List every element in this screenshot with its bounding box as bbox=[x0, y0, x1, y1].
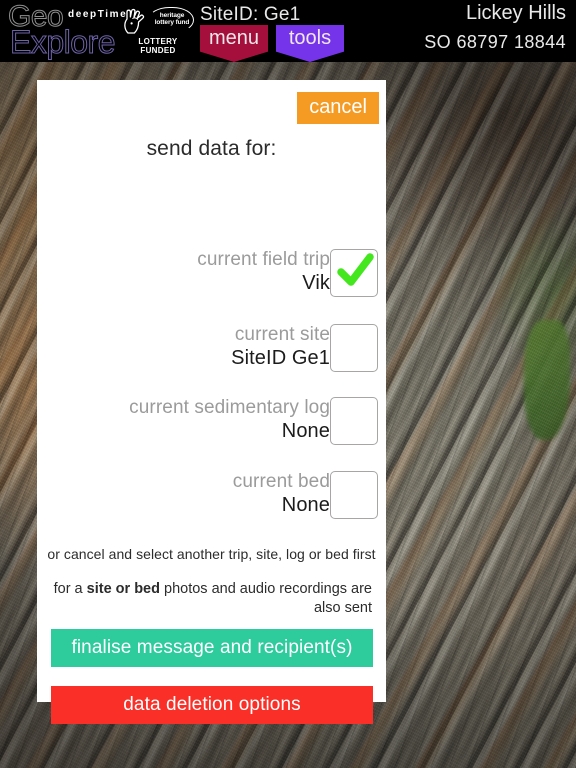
lottery-oval-text: heritage lottery fund bbox=[150, 12, 194, 27]
checkbox-current-sedimentary-log[interactable] bbox=[330, 397, 378, 445]
site-name-text: Lickey Hills bbox=[465, 2, 566, 24]
row-current-site: current site SiteID Ge1 bbox=[37, 323, 386, 375]
row-site-label: current site bbox=[234, 324, 330, 345]
row-trip-value: Vik bbox=[302, 272, 330, 294]
checkmark-icon bbox=[337, 253, 374, 286]
row-log-value: None bbox=[281, 420, 330, 442]
lottery-heritage-text: heritage bbox=[159, 12, 185, 19]
row-current-bed: current bed None bbox=[37, 470, 386, 522]
send-data-dialog: cancel send data for: current field trip… bbox=[37, 80, 386, 724]
photos-audio-note: for a site or bed photos and audio recor… bbox=[37, 580, 386, 618]
row-site-value: SiteID Ge1 bbox=[231, 347, 330, 369]
row-trip-label: current field trip bbox=[197, 249, 330, 270]
row-log-label: current sedimentary log bbox=[129, 397, 330, 418]
app-root: Geo deepTime Explore heritage lottery fu… bbox=[0, 0, 576, 768]
lottery-logo-row: heritage lottery fund bbox=[120, 6, 196, 36]
menu-button[interactable]: menu bbox=[200, 25, 268, 62]
tools-button[interactable]: tools bbox=[276, 25, 344, 62]
row-site-text: current site SiteID Ge1 bbox=[50, 323, 330, 371]
cancel-hint-text: or cancel and select another trip, site,… bbox=[47, 546, 376, 562]
row-log-text: current sedimentary log None bbox=[50, 396, 330, 444]
row-trip-text: current field trip Vik bbox=[50, 248, 330, 296]
row-current-field-trip: current field trip Vik bbox=[37, 248, 386, 300]
site-id-label: SiteID: Ge1 bbox=[200, 4, 301, 25]
dialog-title: send data for: bbox=[146, 137, 277, 160]
row-current-sedimentary-log: current sedimentary log None bbox=[37, 396, 386, 448]
heritage-lottery-fund-logo: heritage lottery fund LOTTERY FUNDED bbox=[120, 6, 196, 55]
row-bed-label: current bed bbox=[232, 471, 330, 492]
data-deletion-options-button[interactable]: data deletion options bbox=[51, 686, 373, 724]
cancel-button-label: cancel bbox=[309, 96, 367, 118]
lottery-fund-text: lottery fund bbox=[154, 19, 190, 27]
menu-button-label: menu bbox=[208, 27, 260, 49]
app-logo: Geo deepTime Explore bbox=[7, 0, 128, 60]
cancel-button[interactable]: cancel bbox=[297, 92, 379, 124]
lottery-funded-text: LOTTERY FUNDED bbox=[138, 37, 178, 55]
grid-reference-text: SO 68797 18844 bbox=[424, 32, 566, 52]
crossed-fingers-icon bbox=[124, 8, 145, 34]
row-bed-text: current bed None bbox=[50, 470, 330, 518]
row-bed-value: None bbox=[281, 494, 330, 516]
finalise-message-button[interactable]: finalise message and recipient(s) bbox=[51, 629, 373, 667]
note-2-bold: site or bed bbox=[86, 581, 160, 597]
tools-button-label: tools bbox=[288, 27, 332, 49]
app-header-bar: Geo deepTime Explore heritage lottery fu… bbox=[0, 0, 576, 62]
checkbox-current-bed[interactable] bbox=[330, 471, 378, 519]
logo-explore-text: Explore bbox=[10, 24, 117, 60]
logo-deeptime-text: deepTime bbox=[68, 9, 128, 20]
checkbox-current-field-trip[interactable] bbox=[330, 249, 378, 297]
checkbox-current-site[interactable] bbox=[330, 324, 378, 372]
note-2-prefix: for a bbox=[53, 581, 87, 597]
note-2-suffix: photos and audio recordings are also sen… bbox=[159, 581, 372, 616]
finalise-button-label: finalise message and recipient(s) bbox=[71, 637, 353, 658]
delete-button-label: data deletion options bbox=[123, 694, 301, 715]
